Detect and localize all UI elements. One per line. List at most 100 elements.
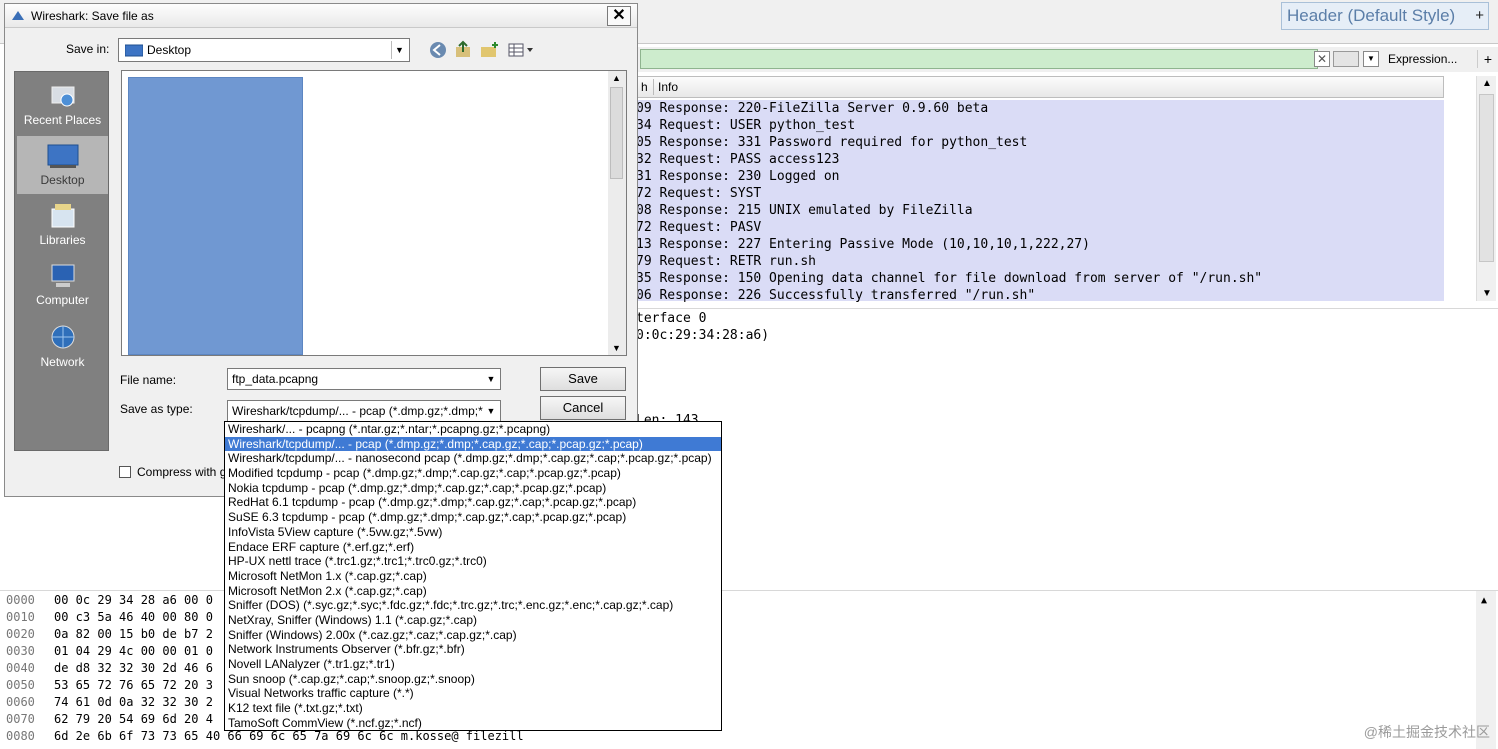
chevron-down-icon[interactable]: ▼ [483, 370, 499, 388]
file-type-option[interactable]: K12 text file (*.txt.gz;*.txt) [225, 701, 721, 716]
place-network[interactable]: Network [17, 318, 108, 376]
file-type-option[interactable]: Sniffer (Windows) 2.00x (*.caz.gz;*.caz;… [225, 628, 721, 643]
header-style-button[interactable]: Header (Default Style) + [1281, 2, 1489, 30]
file-type-option[interactable]: Network Instruments Observer (*.bfr.gz;*… [225, 642, 721, 657]
scroll-up-icon[interactable]: ▲ [1482, 78, 1492, 89]
file-type-option[interactable]: NetXray, Sniffer (Windows) 1.1 (*.cap.gz… [225, 613, 721, 628]
places-bar: Recent Places Desktop Libraries Computer… [14, 71, 109, 451]
filter-history-dropdown-icon[interactable]: ▼ [1363, 51, 1379, 67]
close-button[interactable]: ✕ [607, 6, 631, 26]
file-type-option[interactable]: SuSE 6.3 tcpdump - pcap (*.dmp.gz;*.dmp;… [225, 510, 721, 525]
scroll-down-icon[interactable]: ▼ [1482, 288, 1492, 299]
apply-filter-icon[interactable] [1333, 51, 1359, 67]
clear-filter-icon[interactable]: ✕ [1314, 51, 1330, 67]
file-type-option[interactable]: HP-UX nettl trace (*.trc1.gz;*.trc1;*.tr… [225, 554, 721, 569]
file-type-option[interactable]: Microsoft NetMon 2.x (*.cap.gz;*.cap) [225, 584, 721, 599]
wireshark-fin-icon [12, 11, 24, 20]
packet-list-scrollbar[interactable]: ▲ ▼ [1476, 76, 1496, 301]
bytes-row: 0000 00 0c 29 34 28 a6 00 0 [6, 593, 213, 607]
place-computer[interactable]: Computer [17, 256, 108, 314]
cancel-button[interactable]: Cancel [540, 396, 626, 420]
file-type-option[interactable]: Microsoft NetMon 1.x (*.cap.gz;*.cap) [225, 569, 721, 584]
file-type-option[interactable]: RedHat 6.1 tcpdump - pcap (*.dmp.gz;*.dm… [225, 495, 721, 510]
scroll-thumb[interactable] [610, 87, 623, 179]
file-type-option[interactable]: Sniffer (DOS) (*.syc.gz;*.syc;*.fdc.gz;*… [225, 598, 721, 613]
save-as-type-select[interactable]: Wireshark/tcpdump/... - pcap (*.dmp.gz;*… [227, 400, 501, 422]
add-filter-button[interactable]: + [1480, 50, 1496, 68]
packet-row[interactable]: 72 Request: PASV [636, 219, 1444, 236]
compress-gzip-checkbox[interactable]: Compress with g [119, 465, 226, 479]
packet-row[interactable]: 72 Request: SYST [636, 185, 1444, 202]
chevron-down-icon[interactable]: ▼ [391, 41, 407, 59]
packet-row[interactable]: 32 Request: PASS access123 [636, 151, 1444, 168]
bytes-row: 0040 de d8 32 32 30 2d 46 6 [6, 661, 213, 675]
detail-line[interactable]: 0:0c:29:34:28:a6) [636, 328, 769, 343]
packet-row[interactable]: 34 Request: USER python_test [636, 117, 1444, 134]
packet-row[interactable]: 06 Response: 226 Successfully transferre… [636, 287, 1444, 304]
bytes-row: 0080 6d 2e 6b 6f 73 73 65 40 66 69 6c 65 … [6, 729, 524, 743]
place-libraries[interactable]: Libraries [17, 196, 108, 254]
dialog-titlebar[interactable]: Wireshark: Save file as ✕ [5, 4, 637, 28]
packet-row[interactable]: 35 Response: 150 Opening data channel fo… [636, 270, 1444, 287]
file-type-option[interactable]: Sun snoop (*.cap.gz;*.cap;*.snoop.gz;*.s… [225, 672, 721, 687]
checkbox-icon[interactable] [119, 466, 131, 478]
file-name-label: File name: [120, 373, 177, 387]
network-globe-icon [51, 325, 74, 349]
save-as-type-label: Save as type: [120, 402, 193, 416]
column-header-info[interactable]: Info [658, 80, 678, 94]
chevron-down-icon[interactable]: ▼ [483, 402, 499, 420]
desktop-folder-icon [125, 44, 143, 57]
desktop-icon [47, 144, 78, 168]
file-name-input[interactable]: ftp_data.pcapng ▼ [227, 368, 501, 390]
scroll-down-icon[interactable]: ▼ [612, 343, 621, 353]
packet-row[interactable]: 08 Response: 215 UNIX emulated by FileZi… [636, 202, 1444, 219]
file-type-option[interactable]: Novell LANalyzer (*.tr1.gz;*.tr1) [225, 657, 721, 672]
header-add-icon[interactable]: + [1475, 3, 1484, 29]
back-icon[interactable] [427, 40, 449, 60]
column-separator[interactable] [653, 79, 654, 95]
file-type-option[interactable]: Wireshark/tcpdump/... - nanosecond pcap … [225, 451, 721, 466]
packet-row[interactable]: 13 Response: 227 Entering Passive Mode (… [636, 236, 1444, 253]
save-button[interactable]: Save [540, 367, 626, 391]
file-type-option[interactable]: Endace ERF capture (*.erf.gz;*.erf) [225, 540, 721, 555]
save-in-label: Save in: [66, 42, 110, 56]
display-filter-input[interactable] [640, 49, 1318, 69]
save-as-type-value: Wireshark/tcpdump/... - pcap (*.dmp.gz;*… [232, 404, 483, 418]
packet-row[interactable]: 31 Response: 230 Logged on [636, 168, 1444, 185]
file-type-option[interactable]: TamoSoft CommView (*.ncf.gz;*.ncf) [225, 716, 721, 730]
detail-line[interactable]: terface 0 [636, 311, 706, 326]
file-type-option[interactable]: Modified tcpdump - pcap (*.dmp.gz;*.dmp;… [225, 466, 721, 481]
file-type-option[interactable]: Nokia tcpdump - pcap (*.dmp.gz;*.dmp;*.c… [225, 481, 721, 496]
bytes-row: 0020 0a 82 00 15 b0 de b7 2 [6, 627, 213, 641]
file-type-option[interactable]: Wireshark/... - pcapng (*.ntar.gz;*.ntar… [225, 422, 721, 437]
expression-button[interactable]: Expression... [1386, 50, 1478, 68]
scroll-up-icon[interactable]: ▲ [612, 73, 621, 83]
file-type-option[interactable]: InfoVista 5View capture (*.5vw.gz;*.5vw) [225, 525, 721, 540]
packet-list-pane: h Info 09 Response: 220-FileZilla Server… [636, 76, 1498, 304]
file-list-scrollbar[interactable]: ▲ ▼ [608, 71, 626, 355]
bytes-row: 0010 00 c3 5a 46 40 00 80 0 [6, 610, 213, 624]
place-label: Network [40, 355, 85, 369]
view-menu-icon[interactable] [507, 40, 537, 60]
up-folder-icon[interactable] [453, 40, 475, 60]
place-desktop[interactable]: Desktop [17, 136, 108, 194]
file-type-option[interactable]: Visual Networks traffic capture (*.*) [225, 686, 721, 701]
file-type-option[interactable]: Wireshark/tcpdump/... - pcap (*.dmp.gz;*… [225, 436, 721, 452]
column-header-length[interactable]: h [641, 80, 648, 94]
bytes-row: 0050 53 65 72 76 65 72 20 3 [6, 678, 213, 692]
compress-label: Compress with g [137, 465, 227, 479]
save-in-value: Desktop [147, 43, 192, 57]
new-folder-icon[interactable] [479, 40, 501, 60]
packet-row[interactable]: 05 Response: 331 Password required for p… [636, 134, 1444, 151]
dialog-title: Wireshark: Save file as [31, 9, 154, 23]
packet-row[interactable]: 09 Response: 220-FileZilla Server 0.9.60… [636, 100, 1444, 117]
save-in-select[interactable]: Desktop ▼ [118, 38, 410, 62]
scroll-thumb[interactable] [1479, 94, 1494, 262]
file-name-value: ftp_data.pcapng [232, 372, 319, 386]
place-recent[interactable]: Recent Places [17, 76, 108, 134]
display-filter-bar: ✕ ▼ Expression... + [636, 47, 1498, 72]
file-list-view[interactable]: ▲ ▼ [121, 70, 627, 356]
packet-details-pane: terface 0 0:0c:29:34:28:a6) Len: 143 [636, 308, 1498, 588]
scroll-up-icon[interactable]: ▲ [1481, 595, 1487, 606]
packet-row[interactable]: 79 Request: RETR run.sh [636, 253, 1444, 270]
